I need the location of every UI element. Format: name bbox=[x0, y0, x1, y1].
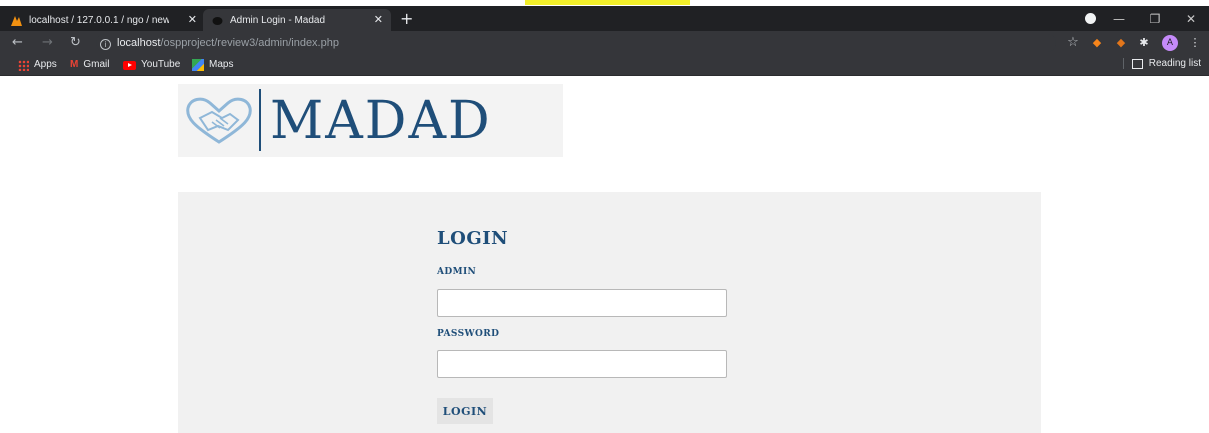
tab-title: localhost / 127.0.0.1 / ngo / new bbox=[29, 14, 169, 26]
bookmark-label: YouTube bbox=[141, 59, 181, 70]
bookmarks-bar: Apps M Gmail YouTube Maps Reading list bbox=[0, 55, 1209, 76]
bookmark-maps[interactable]: Maps bbox=[192, 58, 233, 72]
bookmark-label: Apps bbox=[34, 59, 57, 70]
login-button[interactable]: LOGIN bbox=[437, 398, 493, 424]
reload-icon[interactable]: ↻ bbox=[70, 34, 81, 52]
gmail-icon: M bbox=[70, 59, 79, 70]
password-label: PASSWORD bbox=[437, 329, 500, 339]
password-input[interactable] bbox=[437, 350, 727, 378]
apps-grid-icon bbox=[18, 59, 29, 71]
logo-divider bbox=[259, 89, 261, 151]
profile-indicator-icon[interactable] bbox=[1085, 13, 1096, 24]
bookmark-label: Maps bbox=[209, 59, 234, 70]
extensions-puzzle-icon[interactable]: ✱ bbox=[1137, 36, 1151, 50]
handshake-heart-icon bbox=[186, 97, 252, 144]
window-controls: — ❐ ✕ bbox=[1101, 6, 1209, 31]
login-heading: LOGIN bbox=[437, 228, 509, 249]
bookmark-star-icon[interactable]: ☆ bbox=[1066, 36, 1080, 50]
close-window-button[interactable]: ✕ bbox=[1173, 12, 1209, 26]
admin-label: ADMIN bbox=[437, 267, 477, 277]
phpmyadmin-favicon-icon bbox=[10, 14, 23, 27]
restore-button[interactable]: ❐ bbox=[1137, 12, 1173, 26]
bookmark-gmail[interactable]: M Gmail bbox=[70, 58, 109, 72]
login-panel: LOGIN ADMIN PASSWORD LOGIN bbox=[178, 192, 1041, 433]
page-favicon-icon bbox=[211, 14, 224, 27]
forward-arrow-icon[interactable]: → bbox=[42, 34, 53, 52]
tab-title: Admin Login - Madad bbox=[230, 14, 326, 26]
avatar[interactable]: A bbox=[1162, 35, 1178, 51]
reading-list-button[interactable]: Reading list bbox=[1122, 58, 1201, 69]
youtube-icon bbox=[123, 60, 136, 70]
bookmark-youtube[interactable]: YouTube bbox=[123, 58, 180, 72]
tab-bar: localhost / 127.0.0.1 / ngo / new ✕ Admi… bbox=[0, 6, 1209, 31]
madad-logo: MADAD bbox=[178, 84, 563, 157]
tab-admin-login[interactable]: Admin Login - Madad ✕ bbox=[203, 9, 391, 31]
url-host: localhost bbox=[117, 37, 161, 49]
back-arrow-icon[interactable]: ← bbox=[12, 34, 23, 52]
metamask-extension-icon[interactable]: ◆ bbox=[1090, 36, 1104, 50]
reading-list-label: Reading list bbox=[1148, 58, 1201, 69]
minimize-button[interactable]: — bbox=[1101, 12, 1137, 26]
site-info-icon[interactable]: i bbox=[100, 39, 111, 50]
bookmark-apps[interactable]: Apps bbox=[18, 58, 57, 72]
new-tab-button[interactable]: + bbox=[400, 11, 413, 27]
address-bar[interactable]: i localhost/ospproject/review3/admin/inde… bbox=[96, 34, 1056, 52]
tab-close-icon[interactable]: ✕ bbox=[188, 13, 197, 26]
fox-extension-icon[interactable]: ◆ bbox=[1114, 36, 1128, 50]
tab-close-icon[interactable]: ✕ bbox=[374, 13, 383, 26]
menu-kebab-icon[interactable]: ⋮ bbox=[1188, 36, 1202, 50]
navigation-bar: ← → ↻ i localhost/ospproject/review3/admi… bbox=[0, 31, 1209, 55]
logo-wordmark: MADAD bbox=[270, 91, 492, 151]
admin-input[interactable] bbox=[437, 289, 727, 317]
bookmark-label: Gmail bbox=[83, 59, 110, 70]
url-path: /ospproject/review3/admin/index.php bbox=[160, 37, 339, 49]
highlight-mark bbox=[525, 0, 690, 5]
maps-icon bbox=[192, 59, 204, 71]
tab-phpmyadmin[interactable]: localhost / 127.0.0.1 / ngo / new ✕ bbox=[10, 9, 205, 31]
reading-list-icon bbox=[1131, 58, 1143, 69]
